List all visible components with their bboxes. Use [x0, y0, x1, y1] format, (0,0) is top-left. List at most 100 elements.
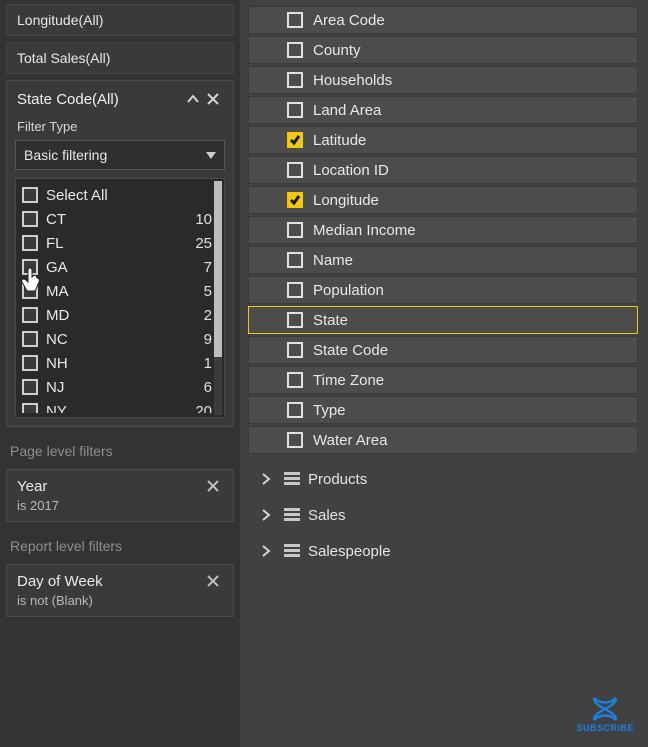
- subscribe-badge[interactable]: SUBSCRIBE: [576, 696, 634, 733]
- field-checkbox[interactable]: [287, 342, 303, 358]
- filter-value-row[interactable]: CT10: [22, 207, 218, 231]
- table-icon: [284, 544, 300, 558]
- field-label: Households: [313, 72, 392, 89]
- checkbox-icon[interactable]: [22, 187, 38, 203]
- field-checkbox[interactable]: [287, 102, 303, 118]
- field-checkbox[interactable]: [287, 312, 303, 328]
- filter-value-label: NH: [46, 355, 196, 372]
- page-filter-title: Year: [17, 478, 47, 495]
- field-row[interactable]: Location ID: [248, 156, 638, 184]
- checkbox-icon[interactable]: [22, 307, 38, 323]
- field-checkbox[interactable]: [287, 372, 303, 388]
- field-label: Location ID: [313, 162, 389, 179]
- filter-value-row[interactable]: MA5: [22, 279, 218, 303]
- checkbox-icon[interactable]: [22, 259, 38, 275]
- filter-value-select-all[interactable]: Select All: [22, 183, 218, 207]
- report-level-filters-label: Report level filters: [10, 538, 230, 554]
- filter-value-row[interactable]: GA7: [22, 255, 218, 279]
- filter-value-label: NC: [46, 331, 196, 348]
- field-row[interactable]: Longitude: [248, 186, 638, 214]
- field-checkbox[interactable]: [287, 42, 303, 58]
- field-row[interactable]: State Code: [248, 336, 638, 364]
- field-row[interactable]: Water Area: [248, 426, 638, 454]
- table-row[interactable]: Salespeople: [248, 536, 638, 566]
- checkbox-icon[interactable]: [22, 235, 38, 251]
- scrollbar[interactable]: [214, 181, 222, 415]
- report-filter-title: Day of Week: [17, 573, 103, 590]
- filter-type-dropdown[interactable]: Basic filtering: [15, 140, 225, 170]
- field-label: Land Area: [313, 102, 381, 119]
- scrollbar-thumb[interactable]: [214, 181, 222, 357]
- filter-pill-longitude[interactable]: Longitude(All): [6, 4, 234, 36]
- field-row[interactable]: Area Code: [248, 6, 638, 34]
- field-row[interactable]: Time Zone: [248, 366, 638, 394]
- field-checkbox[interactable]: [287, 252, 303, 268]
- filter-value-label: NJ: [46, 379, 196, 396]
- collapse-icon[interactable]: [183, 89, 203, 109]
- field-label: Water Area: [313, 432, 387, 449]
- field-label: County: [313, 42, 361, 59]
- table-row[interactable]: Sales: [248, 500, 638, 530]
- caret-right-icon[interactable]: [256, 541, 276, 561]
- field-checkbox[interactable]: [287, 72, 303, 88]
- field-label: Time Zone: [313, 372, 384, 389]
- filter-values-list: Select AllCT10FL25GA7MA5MD2NC9NH1NJ6NY20: [15, 178, 225, 418]
- field-row[interactable]: Median Income: [248, 216, 638, 244]
- caret-right-icon[interactable]: [256, 469, 276, 489]
- field-row[interactable]: Type: [248, 396, 638, 424]
- filter-value-row[interactable]: NJ6: [22, 375, 218, 399]
- report-filter-day-of-week[interactable]: Day of Week is not (Blank): [6, 564, 234, 617]
- table-label: Products: [308, 471, 367, 488]
- filter-card-title: State Code(All): [17, 91, 119, 108]
- filter-value-row[interactable]: NH1: [22, 351, 218, 375]
- close-icon[interactable]: [203, 571, 223, 591]
- filter-value-row[interactable]: FL25: [22, 231, 218, 255]
- field-label: Type: [313, 402, 346, 419]
- fields-pane: Area Code County Households Land Area Latitu…: [240, 0, 648, 747]
- checkbox-icon[interactable]: [22, 331, 38, 347]
- filter-value-row[interactable]: NY20: [22, 399, 218, 413]
- field-label: Area Code: [313, 12, 385, 29]
- field-checkbox[interactable]: [287, 132, 303, 148]
- field-label: State Code: [313, 342, 388, 359]
- caret-right-icon[interactable]: [256, 505, 276, 525]
- subscribe-label: SUBSCRIBE: [576, 723, 634, 733]
- field-row[interactable]: County: [248, 36, 638, 64]
- filter-value-label: GA: [46, 259, 196, 276]
- field-row[interactable]: Name: [248, 246, 638, 274]
- filter-value-row[interactable]: NC9: [22, 327, 218, 351]
- page-filter-summary: is 2017: [17, 498, 223, 513]
- field-row[interactable]: Population: [248, 276, 638, 304]
- checkbox-icon[interactable]: [22, 403, 38, 413]
- filter-pill-label: Total Sales(All): [17, 50, 110, 66]
- table-icon: [284, 472, 300, 486]
- filters-pane: Longitude(All) Total Sales(All) State Co…: [0, 0, 240, 747]
- field-checkbox[interactable]: [287, 282, 303, 298]
- filter-card-state-code: State Code(All) Filter Type Basic filter…: [6, 80, 234, 427]
- page-filter-year[interactable]: Year is 2017: [6, 469, 234, 522]
- field-checkbox[interactable]: [287, 432, 303, 448]
- checkbox-icon[interactable]: [22, 283, 38, 299]
- report-filter-summary: is not (Blank): [17, 593, 223, 608]
- field-checkbox[interactable]: [287, 162, 303, 178]
- field-row[interactable]: Latitude: [248, 126, 638, 154]
- field-row[interactable]: Households: [248, 66, 638, 94]
- close-icon[interactable]: [203, 476, 223, 496]
- filter-value-row[interactable]: MD2: [22, 303, 218, 327]
- field-checkbox[interactable]: [287, 402, 303, 418]
- filter-pill-total-sales[interactable]: Total Sales(All): [6, 42, 234, 74]
- dna-icon: [590, 696, 620, 725]
- filter-type-label: Filter Type: [17, 119, 223, 134]
- filter-value-label: MA: [46, 283, 196, 300]
- field-checkbox[interactable]: [287, 192, 303, 208]
- field-label: State: [313, 312, 348, 329]
- field-checkbox[interactable]: [287, 12, 303, 28]
- checkbox-icon[interactable]: [22, 355, 38, 371]
- checkbox-icon[interactable]: [22, 211, 38, 227]
- field-row[interactable]: Land Area: [248, 96, 638, 124]
- checkbox-icon[interactable]: [22, 379, 38, 395]
- field-row[interactable]: State: [248, 306, 638, 334]
- close-icon[interactable]: [203, 89, 223, 109]
- field-checkbox[interactable]: [287, 222, 303, 238]
- table-row[interactable]: Products: [248, 464, 638, 494]
